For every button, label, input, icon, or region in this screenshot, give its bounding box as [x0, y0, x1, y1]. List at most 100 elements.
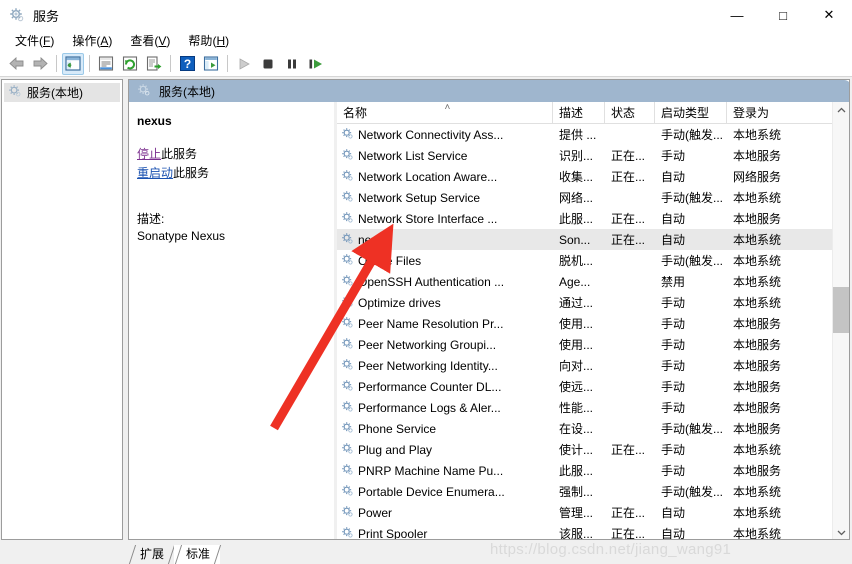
cell-logon-as: 网络服务 [733, 170, 782, 184]
list-header: 名称 ˄ 描述 状态 启动类型 登录为 [337, 102, 834, 124]
service-name-label: Network Connectivity Ass... [358, 127, 504, 142]
scroll-down-icon[interactable] [833, 524, 849, 539]
table-row[interactable]: Phone Service 在设... 手动(触发... 本地服务 [337, 418, 834, 439]
cell-name: Network Store Interface ... [337, 211, 553, 227]
cell-description: 管理... [559, 506, 594, 520]
cell-name: Portable Device Enumera... [337, 484, 553, 500]
cell-name: Network Location Aware... [337, 169, 553, 185]
help-icon[interactable]: ? [176, 53, 198, 75]
stop-service-suffix: 此服务 [161, 147, 198, 161]
column-header-label: 登录为 [733, 106, 770, 120]
tree-item-services-local[interactable]: 服务(本地) [4, 83, 120, 102]
table-row[interactable]: Peer Networking Groupi... 使用... 手动 本地服务 [337, 334, 834, 355]
menu-view[interactable]: 查看(V) [121, 30, 179, 51]
scroll-up-icon[interactable] [833, 102, 849, 119]
cell-status: 正在... [611, 170, 646, 184]
cell-startup-type: 手动(触发... [661, 254, 723, 268]
restart-service-link[interactable]: 重启动 [137, 166, 173, 180]
services-window: 服务 — □ ✕ 文件(F) 操作(A) 查看(V) 帮助(H) ? 服务(本地… [0, 0, 852, 564]
close-button[interactable]: ✕ [806, 0, 852, 30]
table-row[interactable]: Print Spooler 该服... 正在... 自动 本地系统 [337, 523, 834, 540]
cell-description: 使计... [559, 443, 594, 457]
column-header-4[interactable]: 登录为 [727, 102, 834, 124]
column-header-0[interactable]: 名称 ˄ [337, 102, 553, 124]
cell-startup-type: 手动 [661, 380, 686, 394]
service-gear-icon [341, 232, 354, 248]
table-row[interactable]: Network Setup Service 网络... 手动(触发... 本地系统 [337, 187, 834, 208]
column-header-1[interactable]: 描述 [553, 102, 605, 124]
menu-action[interactable]: 操作(A) [63, 30, 121, 51]
menu-action-label: 操作 [72, 34, 97, 48]
tab-extended[interactable]: 扩展 [128, 545, 176, 564]
cell-startup-type: 手动 [661, 296, 686, 310]
minimize-button[interactable]: — [714, 0, 760, 30]
column-header-2[interactable]: 状态 [605, 102, 655, 124]
forward-icon[interactable] [29, 53, 51, 75]
cell-name: nexus [337, 232, 553, 248]
table-row[interactable]: OpenSSH Authentication ... Age... 禁用 本地系统 [337, 271, 834, 292]
refresh-icon[interactable] [119, 53, 141, 75]
cell-logon-as: 本地服务 [733, 422, 782, 436]
cell-logon-as: 本地服务 [733, 380, 782, 394]
table-row[interactable]: Plug and Play 使计... 正在... 手动 本地系统 [337, 439, 834, 460]
show-console-icon[interactable] [200, 53, 222, 75]
menu-help-label: 帮助 [188, 34, 213, 48]
tab-extended-label: 扩展 [140, 547, 165, 561]
table-row[interactable]: Peer Name Resolution Pr... 使用... 手动 本地服务 [337, 313, 834, 334]
table-row[interactable]: Portable Device Enumera... 强制... 手动(触发... 本… [337, 481, 834, 502]
tab-edge-left-2 [174, 545, 183, 564]
cell-description: 强制... [559, 485, 594, 499]
menu-help[interactable]: 帮助(H) [179, 30, 238, 51]
menu-file[interactable]: 文件(F) [6, 30, 63, 51]
cell-name: PNRP Machine Name Pu... [337, 463, 553, 479]
cell-name: OpenSSH Authentication ... [337, 274, 553, 290]
table-row[interactable]: Performance Counter DL... 使远... 手动 本地服务 [337, 376, 834, 397]
restart-service-line: 重启动此服务 [137, 165, 324, 182]
column-header-label: 启动类型 [661, 106, 710, 120]
show-tree-icon[interactable] [62, 52, 84, 75]
table-row[interactable]: nexus Son... 正在... 自动 本地系统 [337, 229, 834, 250]
table-row[interactable]: Network List Service 识别... 正在... 手动 本地服务 [337, 145, 834, 166]
service-gear-icon [341, 526, 354, 540]
cell-logon-as: 本地服务 [733, 338, 782, 352]
table-row[interactable]: PNRP Machine Name Pu... 此服... 手动 本地服务 [337, 460, 834, 481]
service-gear-icon [341, 253, 354, 269]
cell-description: 脱机... [559, 254, 594, 268]
table-row[interactable]: Optimize drives 通过... 手动 本地系统 [337, 292, 834, 313]
menu-bar: 文件(F) 操作(A) 查看(V) 帮助(H) [0, 30, 852, 51]
start-service-icon[interactable] [233, 53, 255, 75]
table-row[interactable]: Network Store Interface ... 此服... 正在... 自动 本… [337, 208, 834, 229]
menu-help-accel: H [216, 34, 226, 48]
menu-action-accel: A [100, 34, 109, 48]
restart-service-icon[interactable] [305, 53, 327, 75]
pause-service-icon[interactable] [281, 53, 303, 75]
service-name-label: PNRP Machine Name Pu... [358, 463, 504, 478]
cell-description: 提供 ... [559, 128, 597, 142]
stop-service-icon[interactable] [257, 53, 279, 75]
back-icon[interactable] [5, 53, 27, 75]
list-vertical-scrollbar[interactable] [832, 102, 849, 539]
stop-service-link[interactable]: 停止 [137, 147, 161, 161]
cell-status: 正在... [611, 506, 646, 520]
cell-description: 识别... [559, 149, 594, 163]
services-gear-icon [9, 7, 25, 23]
export-list-icon[interactable] [143, 53, 165, 75]
column-header-3[interactable]: 启动类型 [655, 102, 727, 124]
table-row[interactable]: Network Location Aware... 收集... 正在... 自动 网络服… [337, 166, 834, 187]
stop-service-line: 停止此服务 [137, 146, 324, 163]
tab-standard[interactable]: 标准 [174, 545, 222, 564]
toolbar-separator-4 [227, 55, 228, 72]
properties-icon[interactable] [95, 53, 117, 75]
pane-header: 服务(本地) [129, 80, 849, 102]
maximize-button[interactable]: □ [760, 0, 806, 30]
cell-startup-type: 手动(触发... [661, 422, 723, 436]
table-row[interactable]: Performance Logs & Aler... 性能... 手动 本地服务 [337, 397, 834, 418]
service-detail-panel: nexus 停止此服务 重启动此服务 描述: Sonatype Nexus [129, 102, 334, 539]
cell-description: 性能... [559, 401, 594, 415]
table-row[interactable]: Power 管理... 正在... 自动 本地系统 [337, 502, 834, 523]
table-row[interactable]: Peer Networking Identity... 向对... 手动 本地服务 [337, 355, 834, 376]
cell-logon-as: 本地系统 [733, 275, 782, 289]
scrollbar-thumb[interactable] [833, 287, 849, 333]
table-row[interactable]: Offline Files 脱机... 手动(触发... 本地系统 [337, 250, 834, 271]
table-row[interactable]: Network Connectivity Ass... 提供 ... 手动(触发..… [337, 124, 834, 145]
